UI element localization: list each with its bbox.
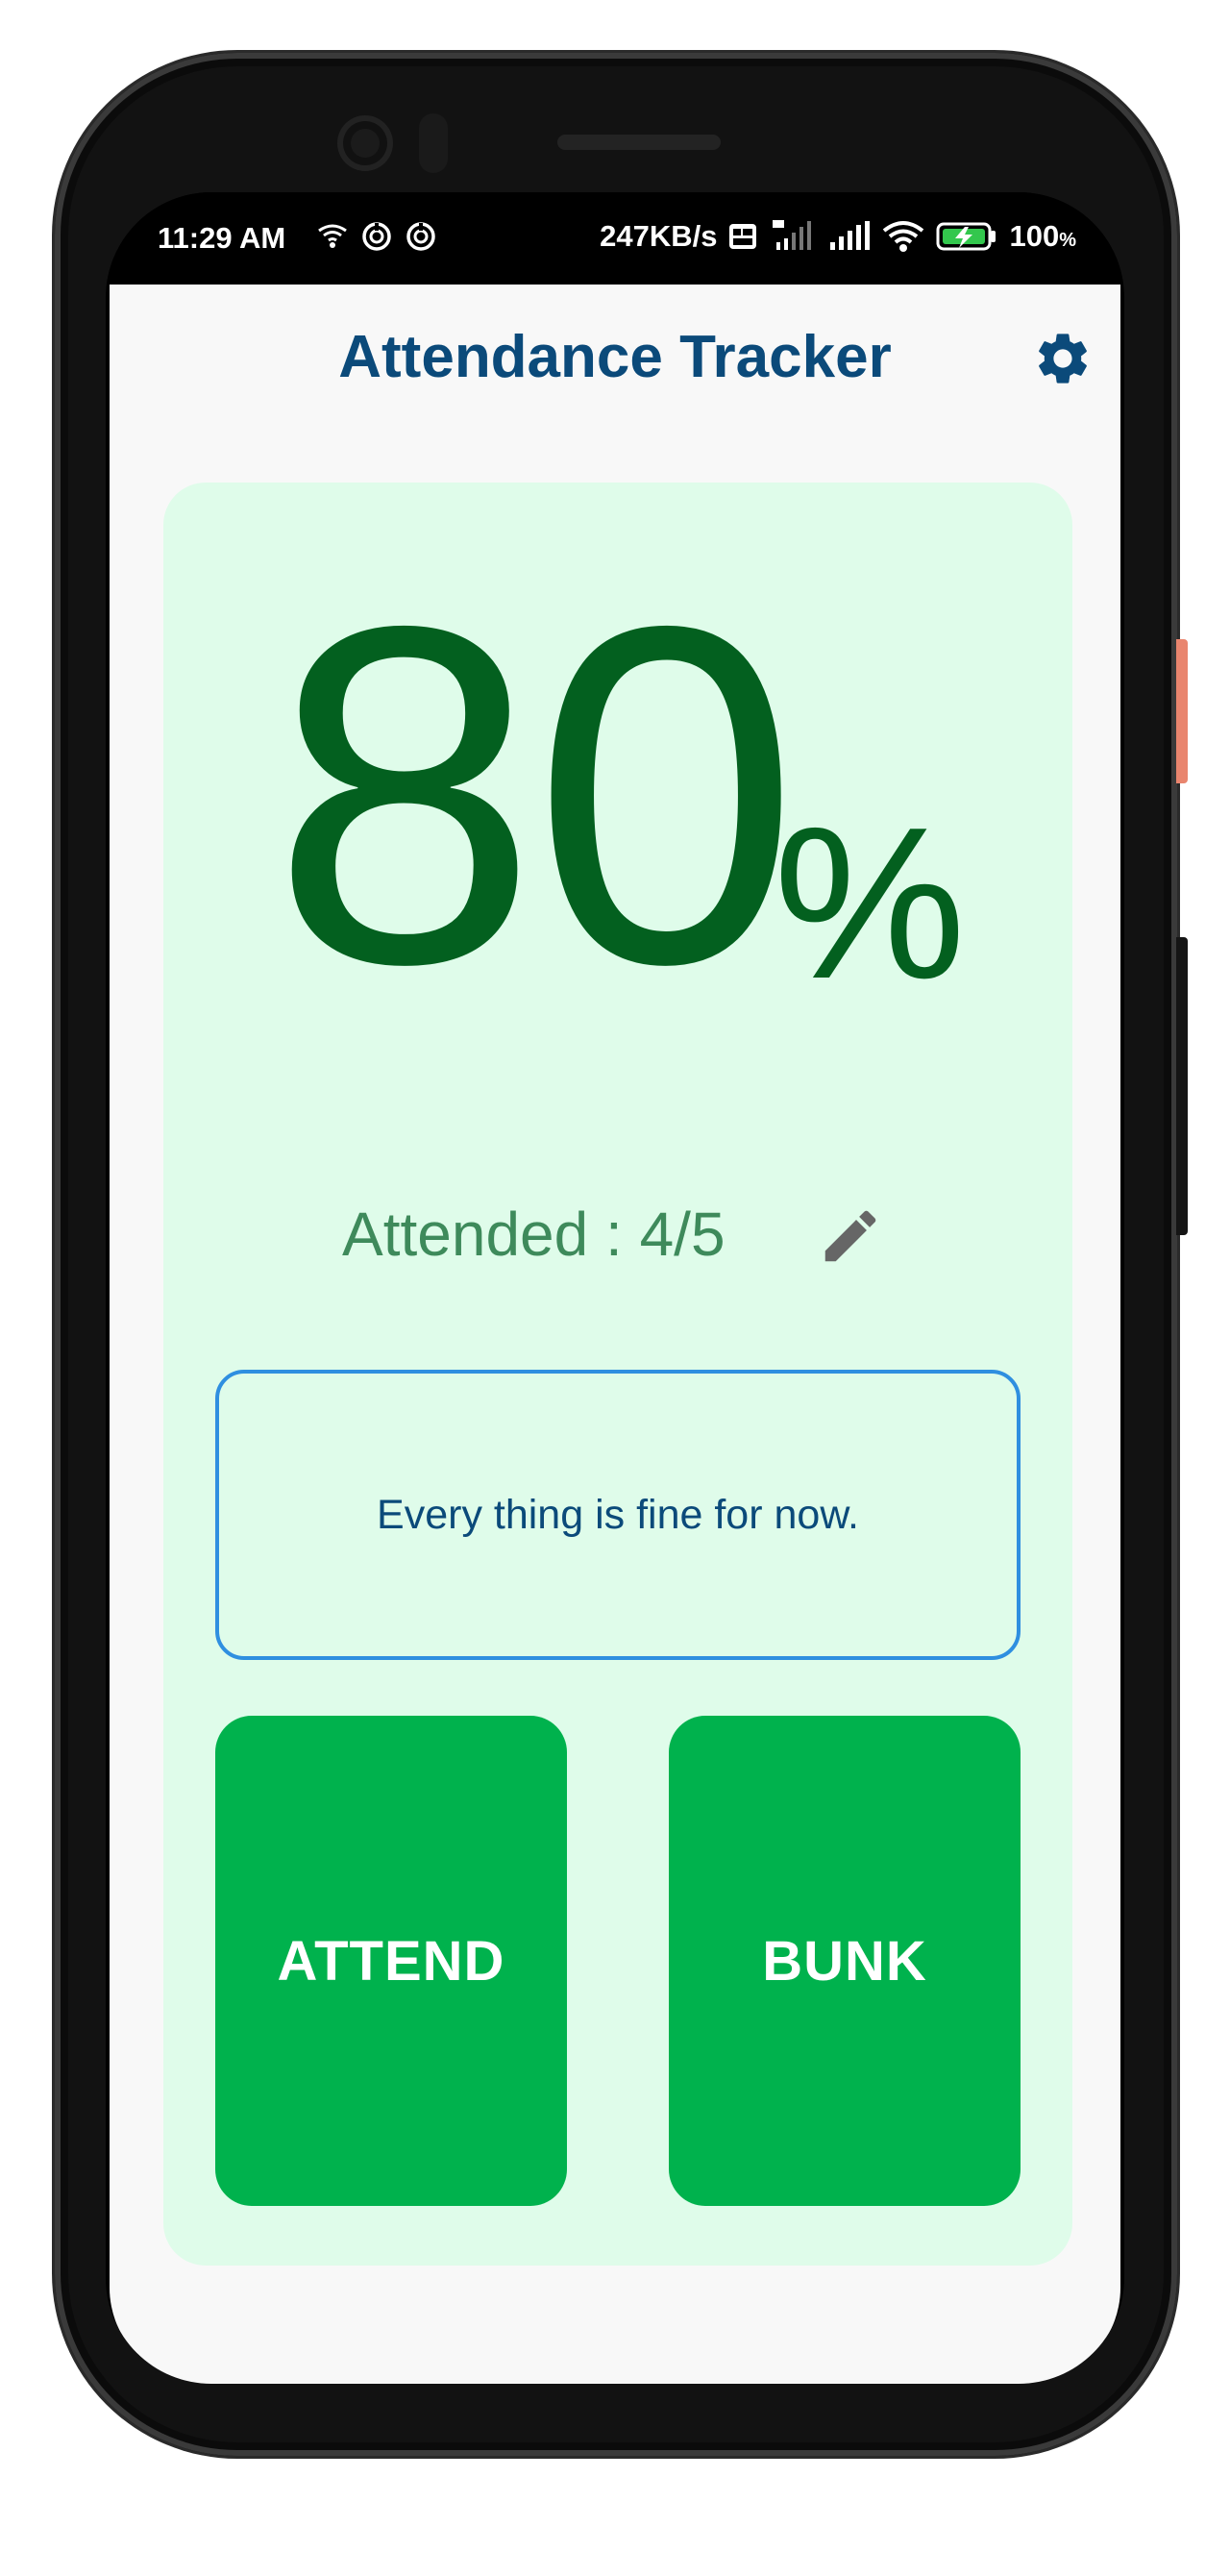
battery-unit: % bbox=[1059, 230, 1076, 251]
volte-icon bbox=[729, 224, 757, 249]
gear-icon bbox=[1039, 334, 1087, 384]
signal-icon bbox=[830, 221, 871, 250]
wifi-hotspot-icon bbox=[318, 224, 347, 248]
status-left-icons bbox=[315, 219, 438, 254]
percentage-display: 80 % bbox=[163, 555, 1072, 1035]
status-bar: 11:29 AM 247KB/s 100% bbox=[106, 192, 1124, 285]
attended-count: Attended : 4/5 bbox=[342, 1200, 726, 1269]
sync-icon bbox=[362, 222, 391, 251]
wifi-icon bbox=[883, 221, 924, 252]
attended-row: Attended : 4/5 bbox=[163, 1189, 1072, 1276]
attendance-card: 80 % Attended : 4/5 Every thing is fine … bbox=[163, 483, 1072, 2266]
4g-signal-icon bbox=[773, 220, 812, 250]
network-speed: 247KB/s bbox=[600, 219, 718, 253]
phone-power-button bbox=[1176, 639, 1188, 783]
proximity-sensor bbox=[419, 113, 448, 173]
bunk-button[interactable]: BUNK bbox=[669, 1716, 1021, 2206]
status-time: 11:29 AM bbox=[158, 221, 286, 255]
earpiece-speaker bbox=[557, 135, 721, 150]
status-message-box: Every thing is fine for now. bbox=[215, 1370, 1021, 1660]
pencil-icon bbox=[824, 1210, 876, 1262]
battery-level: 100% bbox=[1009, 219, 1076, 253]
status-right: 247KB/s 100% bbox=[600, 219, 1076, 254]
attend-button[interactable]: ATTEND bbox=[215, 1716, 567, 2206]
settings-button[interactable] bbox=[1032, 328, 1094, 389]
front-camera bbox=[337, 115, 393, 171]
phone-volume-button bbox=[1176, 937, 1188, 1235]
percentage-symbol: % bbox=[774, 781, 967, 1024]
status-message: Every thing is fine for now. bbox=[377, 1491, 859, 1538]
edit-attendance-button[interactable] bbox=[817, 1202, 884, 1270]
percentage-value: 80 bbox=[271, 526, 800, 1063]
battery-charging-icon bbox=[936, 222, 996, 251]
page-title: Attendance Tracker bbox=[338, 324, 892, 390]
sync-icon bbox=[406, 222, 435, 251]
phone-screen: 11:29 AM 247KB/s 100% Attendance Tracker… bbox=[106, 192, 1124, 2384]
app-content: Attendance Tracker 80 % Attended : 4/5 E… bbox=[110, 285, 1120, 2384]
